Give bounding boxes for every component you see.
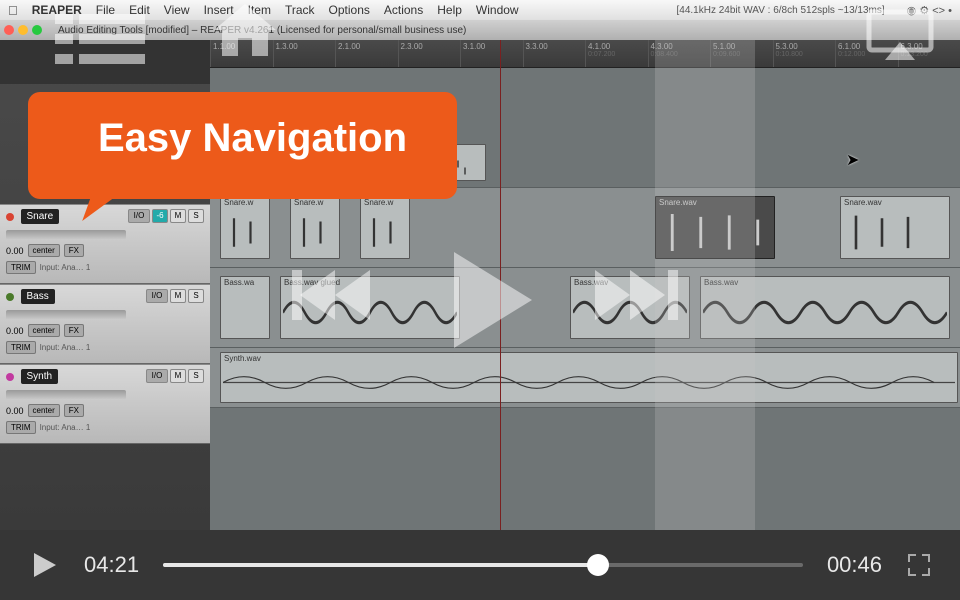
track-trim-button[interactable]: TRIM [6,341,36,354]
track-lane-synth[interactable]: Synth.wav [210,348,960,408]
track-input[interactable]: Input: Ana… 1 [40,423,91,432]
timeline-ruler[interactable]: 1.1.00 1.3.00 2.1.00 2.3.00 3.1.00 3.3.0… [210,40,960,68]
audio-clip[interactable]: Synth.wav [220,352,958,403]
track-io-button[interactable]: I/O [128,209,150,223]
track-fx-button[interactable]: FX [64,404,84,417]
audio-clip[interactable]: Snare.w [220,196,270,259]
menu-window[interactable]: Window [476,3,519,17]
menu-file[interactable]: File [96,3,115,17]
track-solo-button[interactable]: S [188,209,204,223]
window-titlebar: Audio Editing Tools [modified] – REAPER … [0,20,960,40]
apple-menu-icon[interactable]:  [8,3,18,18]
track-mute-button[interactable]: M [170,209,186,223]
menu-edit[interactable]: Edit [129,3,150,17]
main-toolbar [0,40,210,84]
window-zoom-button[interactable] [32,25,42,35]
edit-cursor[interactable] [500,40,501,530]
track-lane-snare[interactable]: Snare.w Snare.w Snare.w Snare.wav Snare.… [210,188,960,268]
track-io-button[interactable]: I/O [146,369,168,383]
progress-knob[interactable] [587,554,609,576]
track-mute-button[interactable]: M [170,289,186,303]
mac-menubar:  REAPER File Edit View Insert Item Trac… [0,0,960,20]
video-controls: 04:21 00:46 [0,530,960,600]
audio-clip[interactable]: Snare.wav [840,196,950,259]
progress-fill [163,563,598,567]
track-solo-button[interactable]: S [188,289,204,303]
track-volume-fader[interactable] [6,230,126,240]
window-close-button[interactable] [4,25,14,35]
track-vol-value: 0.00 [6,246,24,256]
audio-clip[interactable]: Bass.wa [220,276,270,339]
menu-insert[interactable]: Insert [204,3,234,17]
track-lane-bass[interactable]: Bass.wa Bass.wav glued Bass.wav Bass.wav [210,268,960,348]
track-name[interactable]: Synth [21,369,59,384]
menu-help[interactable]: Help [437,3,462,17]
track-fx-button[interactable]: FX [64,244,84,257]
window-title: Audio Editing Tools [modified] – REAPER … [58,25,466,36]
menu-app[interactable]: REAPER [32,3,82,17]
track-volume-fader[interactable] [6,390,126,400]
track-input[interactable]: Input: Ana… 1 [40,343,91,352]
play-button[interactable] [28,549,60,581]
time-selection[interactable] [655,40,755,530]
menu-actions[interactable]: Actions [384,3,423,17]
track-volume-fader[interactable] [6,310,126,320]
track-vol-value: 0.00 [6,326,24,336]
track-io-button[interactable]: I/O [146,289,168,303]
track-bass[interactable]: Bass I/O M S 0.00 center FX TRIM Input: … [0,284,210,364]
progress-bar[interactable] [163,563,803,567]
menu-item[interactable]: Item [248,3,271,17]
track-color-indicator [6,373,14,381]
track-pan[interactable]: center [28,244,60,257]
track-synth[interactable]: Synth I/O M S 0.00 center FX TRIM Input:… [0,364,210,444]
track-name[interactable]: Snare [21,209,60,224]
menu-options[interactable]: Options [329,3,370,17]
window-minimize-button[interactable] [18,25,28,35]
tutorial-callout: Easy Navigation [28,92,457,199]
remaining-time: 00:46 [827,552,882,578]
audio-clip[interactable]: Snare.w [290,196,340,259]
track-vol-value: 0.00 [6,406,24,416]
track-name[interactable]: Bass [21,289,55,304]
menu-track[interactable]: Track [285,3,315,17]
audio-clip[interactable]: Snare.w [360,196,410,259]
track-pan[interactable]: center [28,404,60,417]
elapsed-time: 04:21 [84,552,139,578]
track-trim-button[interactable]: TRIM [6,421,36,434]
fullscreen-icon[interactable] [906,552,932,578]
audio-clip[interactable]: Bass.wav glued [280,276,460,339]
track-color-indicator [6,293,14,301]
track-mute-button[interactable]: M [170,369,186,383]
track-input[interactable]: Input: Ana… 1 [40,263,91,272]
track-pan[interactable]: center [28,324,60,337]
menubar-extras[interactable]: ◉ ⚙ <> • [907,4,952,17]
track-route-indicator[interactable]: -6 [152,209,168,223]
callout-text: Easy Navigation [98,116,407,160]
track-fx-button[interactable]: FX [64,324,84,337]
track-trim-button[interactable]: TRIM [6,261,36,274]
track-solo-button[interactable]: S [188,369,204,383]
track-color-indicator [6,213,14,221]
mouse-cursor-icon: ➤ [846,150,859,170]
menu-view[interactable]: View [164,3,190,17]
audio-status: [44.1kHz 24bit WAV : 6/8ch 512spls ~13/1… [677,5,885,16]
